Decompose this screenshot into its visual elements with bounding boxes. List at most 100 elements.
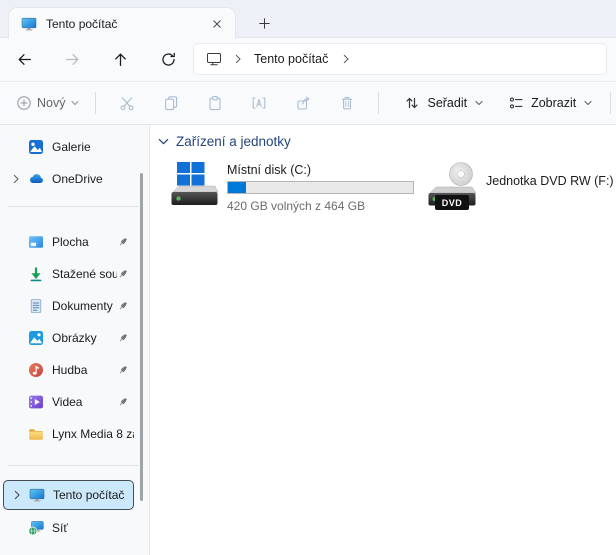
breadcrumb-tento-pocitac[interactable]: Tento počítač <box>254 52 328 66</box>
new-button[interactable]: Nový <box>10 86 86 120</box>
back-button[interactable] <box>6 42 42 78</box>
videos-icon <box>28 394 44 410</box>
sidebar-item-videa[interactable]: Videa <box>3 387 134 416</box>
plus-icon <box>257 16 272 31</box>
close-icon[interactable] <box>206 13 228 35</box>
sort-button-label: Seřadit <box>427 96 467 110</box>
sidebar-item-label: Videa <box>52 395 117 409</box>
content-pane: Zařízení a jednotky Místní di <box>151 125 616 555</box>
sidebar-item-galerie[interactable]: Galerie <box>3 132 134 161</box>
sort-button[interactable]: Seřadit <box>396 86 492 120</box>
sidebar-item-label: Lynx Media 8 za <box>52 427 134 441</box>
pictures-icon <box>28 330 44 346</box>
sidebar-divider <box>8 465 139 466</box>
sidebar-item-stazene-soubory[interactable]: Stažené soub <box>3 259 134 288</box>
rename-icon <box>251 95 267 111</box>
dvd-badge: DVD <box>435 195 469 210</box>
sidebar-item-sit[interactable]: Síť <box>3 513 134 542</box>
paste-button[interactable] <box>193 86 237 120</box>
drive-dvd-rw-f[interactable]: DVD Jednotka DVD RW (F:) <box>428 161 614 211</box>
delete-icon <box>339 95 355 111</box>
sidebar-item-label: Galerie <box>52 140 134 154</box>
rename-button[interactable] <box>237 86 281 120</box>
chevron-down-icon <box>583 98 593 108</box>
share-icon <box>295 95 311 111</box>
arrow-left-icon <box>16 51 33 68</box>
view-button[interactable]: Zobrazit <box>500 86 601 120</box>
plus-circle-icon <box>16 95 32 111</box>
chevron-down-icon <box>474 98 484 108</box>
sidebar-item-tento-pocitac[interactable]: Tento počítač <box>3 480 134 510</box>
copy-button[interactable] <box>149 86 193 120</box>
address-bar[interactable]: Tento počítač <box>193 43 607 75</box>
network-icon <box>28 520 44 536</box>
gallery-icon <box>28 139 44 155</box>
section-header-devices[interactable]: Zařízení a jednotky <box>157 134 291 149</box>
drive-name: Místní disk (C:) <box>227 163 414 177</box>
section-header-label: Zařízení a jednotky <box>176 134 291 149</box>
dvd-drive-icon: DVD <box>428 161 480 211</box>
drives-group: Místní disk (C:) 420 GB volných z 464 GB <box>151 161 616 221</box>
refresh-button[interactable] <box>150 42 186 78</box>
sidebar-scrollbar[interactable] <box>140 173 143 501</box>
chevron-right-icon <box>232 53 244 65</box>
folder-icon <box>28 426 44 442</box>
delete-button[interactable] <box>325 86 369 120</box>
navigation-bar: Tento počítač <box>0 38 616 82</box>
arrow-up-icon <box>112 51 129 68</box>
tab-tento-pocitac[interactable]: Tento počítač <box>8 7 236 39</box>
command-toolbar: Nový <box>0 82 616 125</box>
share-button[interactable] <box>281 86 325 120</box>
cut-button[interactable] <box>105 86 149 120</box>
chevron-right-icon[interactable] <box>340 53 352 65</box>
sidebar-item-label: Stažené soub <box>52 267 117 281</box>
copy-icon <box>163 95 179 111</box>
arrow-right-icon <box>64 51 81 68</box>
sidebar-item-label: OneDrive <box>52 172 134 186</box>
sidebar-divider <box>8 206 139 207</box>
view-button-label: Zobrazit <box>531 96 576 110</box>
sidebar-item-label: Obrázky <box>52 331 117 345</box>
documents-icon <box>28 298 44 314</box>
computer-icon <box>21 16 37 32</box>
new-tab-button[interactable] <box>252 11 276 35</box>
drive-local-disk-c[interactable]: Místní disk (C:) 420 GB volných z 464 GB <box>170 161 414 213</box>
pin-icon <box>117 236 129 248</box>
pin-icon <box>117 300 129 312</box>
sidebar-item-label: Hudba <box>52 363 117 377</box>
sidebar-item-lynx-media[interactable]: Lynx Media 8 za <box>3 419 134 448</box>
chevron-down-icon <box>157 135 170 148</box>
desktop-icon <box>28 234 44 250</box>
toolbar-divider <box>95 92 96 114</box>
pin-icon <box>117 332 129 344</box>
sidebar-item-label: Tento počítač <box>53 488 133 502</box>
sidebar-item-label: Síť <box>52 521 134 535</box>
toolbar-divider <box>610 92 611 114</box>
chevron-right-icon[interactable] <box>4 489 29 501</box>
paste-icon <box>207 95 223 111</box>
tab-bar: Tento počítač <box>0 0 616 38</box>
pin-icon <box>117 364 129 376</box>
disk-usage-fill <box>228 182 246 193</box>
sidebar-item-dokumenty[interactable]: Dokumenty <box>3 291 134 320</box>
drive-free-space: 420 GB volných z 464 GB <box>227 199 414 213</box>
new-button-label: Nový <box>37 96 65 110</box>
sort-icon <box>404 95 420 111</box>
downloads-icon <box>28 266 44 282</box>
sidebar-item-plocha[interactable]: Plocha <box>3 227 134 256</box>
disk-usage-bar <box>227 181 414 194</box>
up-button[interactable] <box>102 42 138 78</box>
onedrive-icon <box>28 171 44 187</box>
pin-icon <box>117 396 129 408</box>
sidebar-item-obrazky[interactable]: Obrázky <box>3 323 134 352</box>
sidebar-item-onedrive[interactable]: OneDrive <box>3 164 134 193</box>
music-icon <box>28 362 44 378</box>
chevron-right-icon[interactable] <box>3 173 28 185</box>
sidebar-item-label: Dokumenty <box>52 299 117 313</box>
refresh-icon <box>160 51 177 68</box>
cut-icon <box>119 95 135 111</box>
forward-button[interactable] <box>54 42 90 78</box>
sidebar-item-hudba[interactable]: Hudba <box>3 355 134 384</box>
view-icon <box>508 95 524 111</box>
sidebar-item-label: Plocha <box>52 235 117 249</box>
